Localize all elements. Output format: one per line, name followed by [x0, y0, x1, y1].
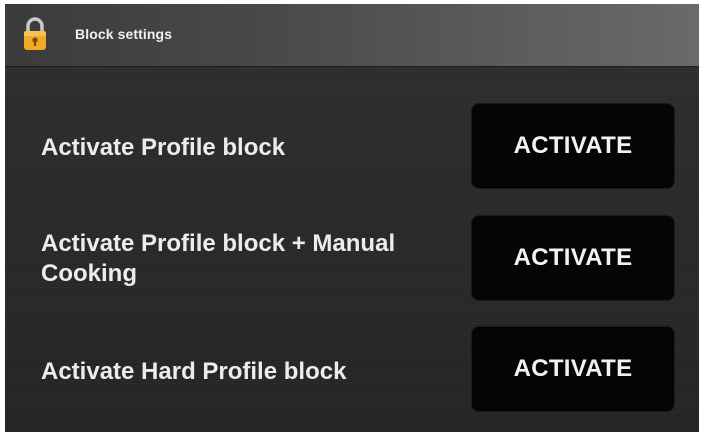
activate-profile-block-button[interactable]: ACTIVATE	[472, 104, 674, 188]
header-bar: Block settings	[5, 4, 699, 67]
activate-hard-profile-block-button[interactable]: ACTIVATE	[472, 327, 674, 411]
profile-block-label: Activate Profile block	[41, 134, 286, 161]
page-title: Block settings	[75, 26, 173, 42]
hard-profile-block-label: Activate Hard Profile block	[41, 358, 347, 385]
activate-profile-block-manual-cooking-button[interactable]: ACTIVATE	[472, 216, 674, 300]
lock-icon	[23, 16, 47, 52]
block-settings-screen: Block settings Activate Profile block AC…	[5, 4, 699, 432]
profile-block-manual-cooking-label: Activate Profile block + Manual Cooking	[41, 230, 396, 287]
